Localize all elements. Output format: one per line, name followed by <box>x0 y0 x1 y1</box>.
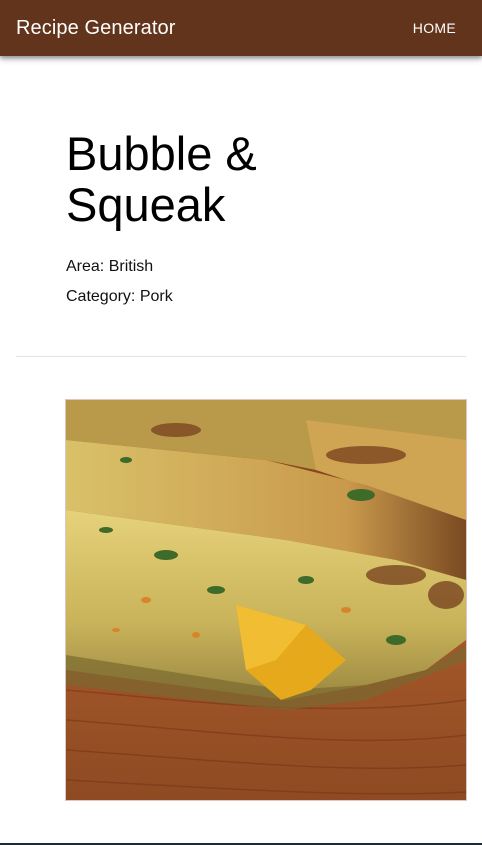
app-bar: Recipe Generator HOME <box>0 0 482 56</box>
section-divider <box>16 356 466 357</box>
recipe-photo <box>66 400 466 800</box>
recipe-area: Area: British <box>66 258 154 275</box>
app-title: Recipe Generator <box>16 16 176 39</box>
home-button[interactable]: HOME <box>413 16 456 40</box>
recipe-category: Category: Pork <box>66 288 173 305</box>
recipe-image <box>65 399 467 801</box>
recipe-title: Bubble & Squeak <box>66 127 257 231</box>
